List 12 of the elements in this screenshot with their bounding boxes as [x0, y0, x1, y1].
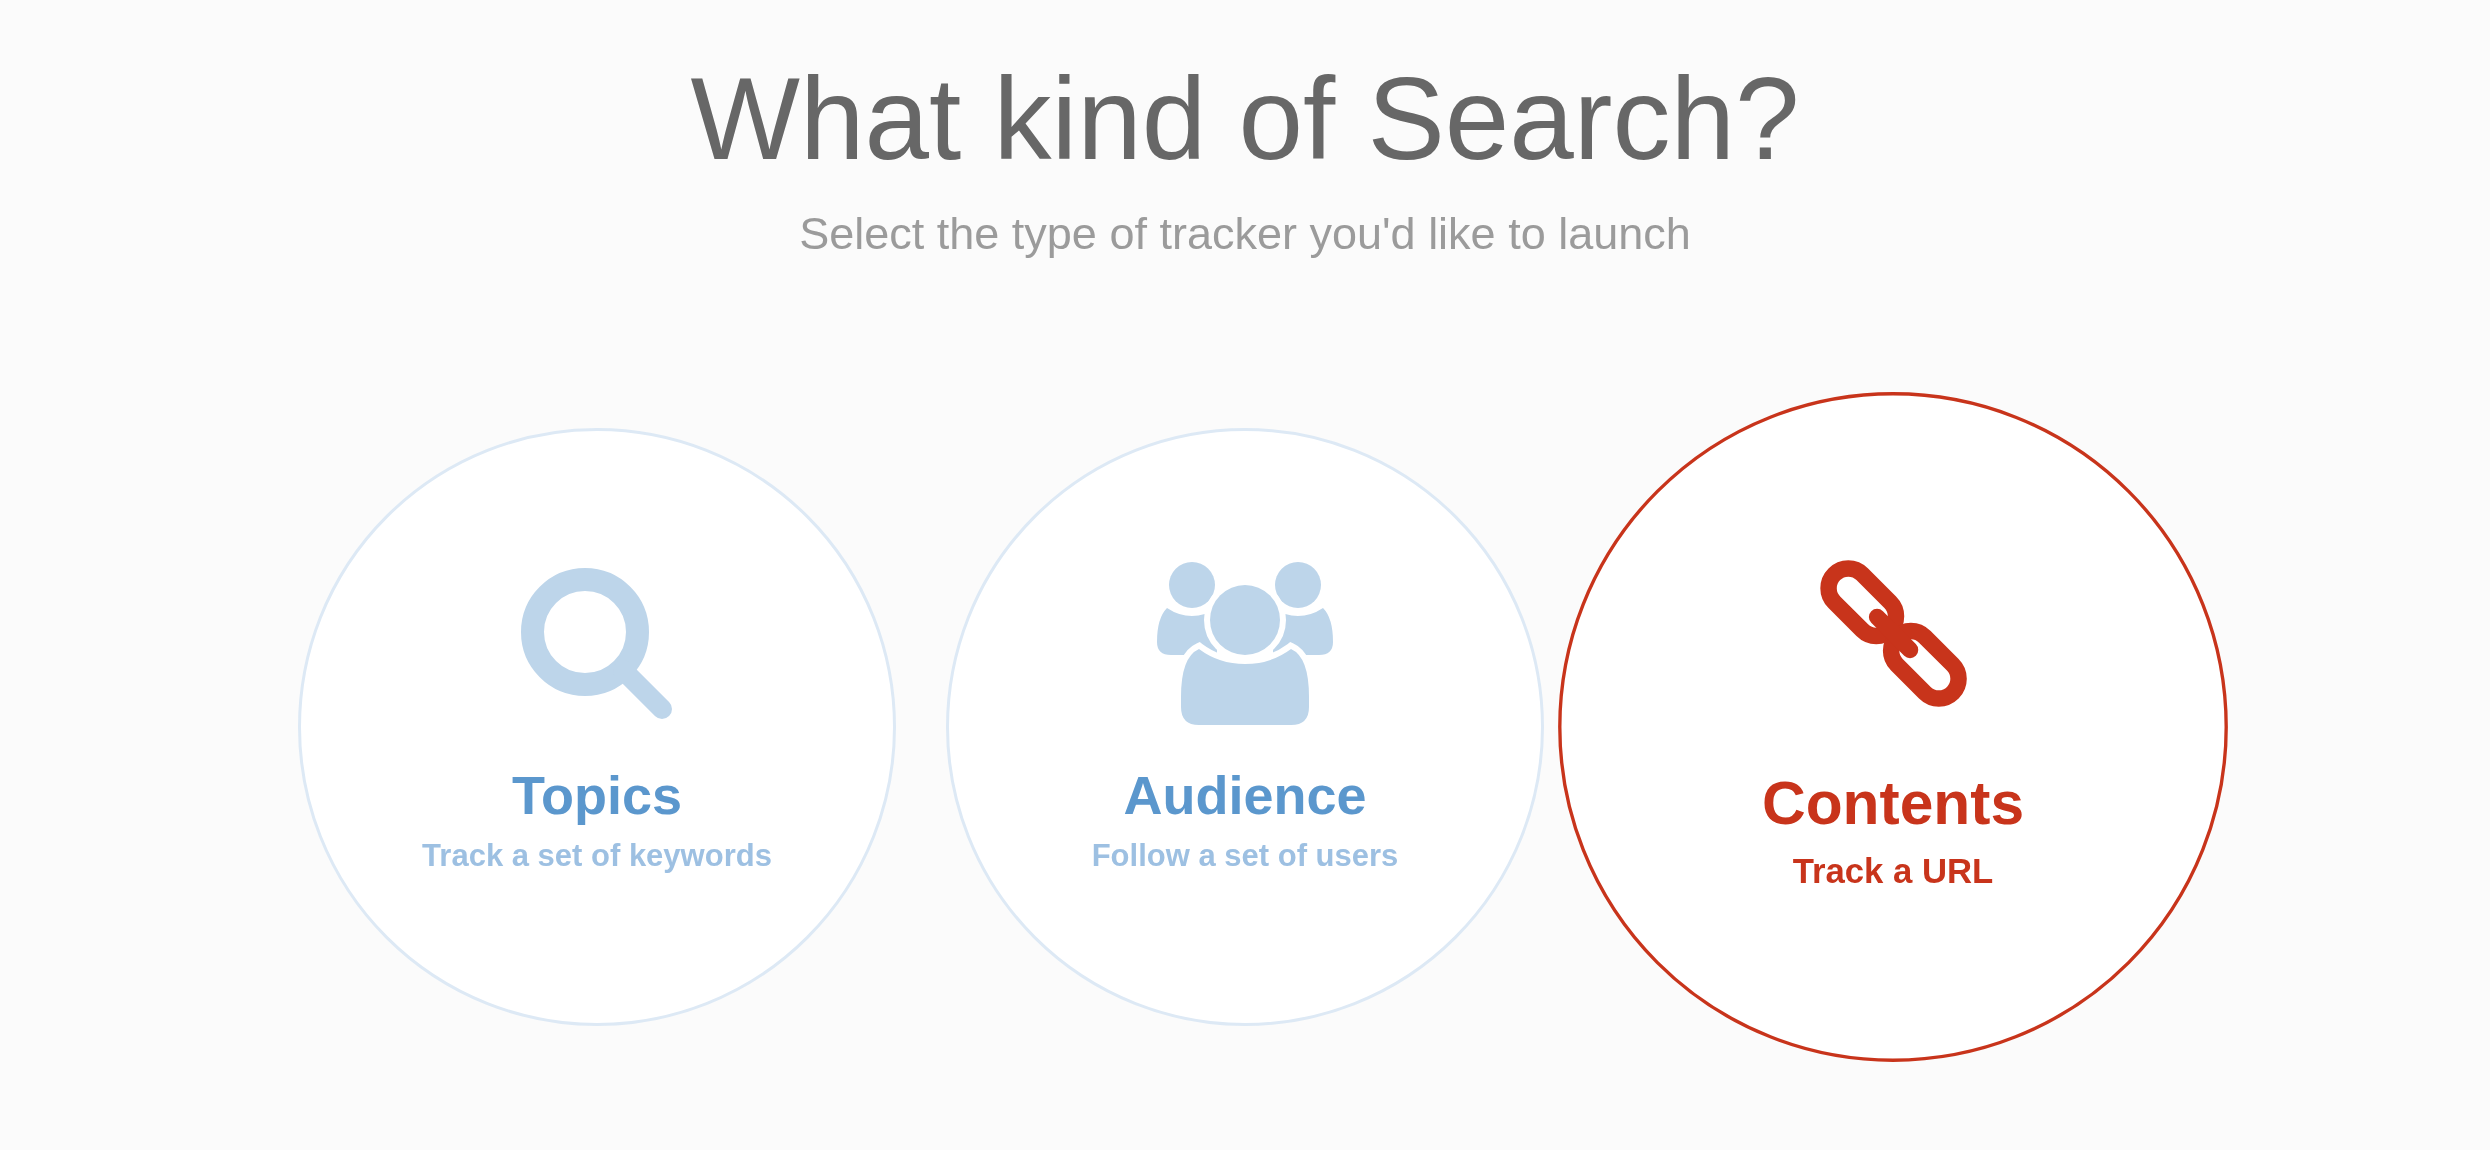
search-icon	[521, 568, 673, 719]
people-group-icon	[1157, 562, 1333, 725]
option-title: Audience	[1123, 768, 1367, 822]
search-type-option[interactable]: Contents Track a URL	[1558, 392, 2228, 1062]
option-description: Track a set of keywords	[422, 840, 772, 871]
page-subtitle: Select the type of tracker you'd like to launch	[799, 211, 1691, 256]
option-description: Track a URL	[1792, 853, 1994, 889]
page-title: What kind of Search?	[690, 61, 1800, 177]
option-title: Contents	[1761, 772, 2024, 834]
search-type-option[interactable]: Audience Follow a set of users	[946, 428, 1544, 1026]
search-type-option[interactable]: Topics Track a set of keywords	[298, 428, 896, 1026]
option-description: Follow a set of users	[1091, 840, 1399, 871]
